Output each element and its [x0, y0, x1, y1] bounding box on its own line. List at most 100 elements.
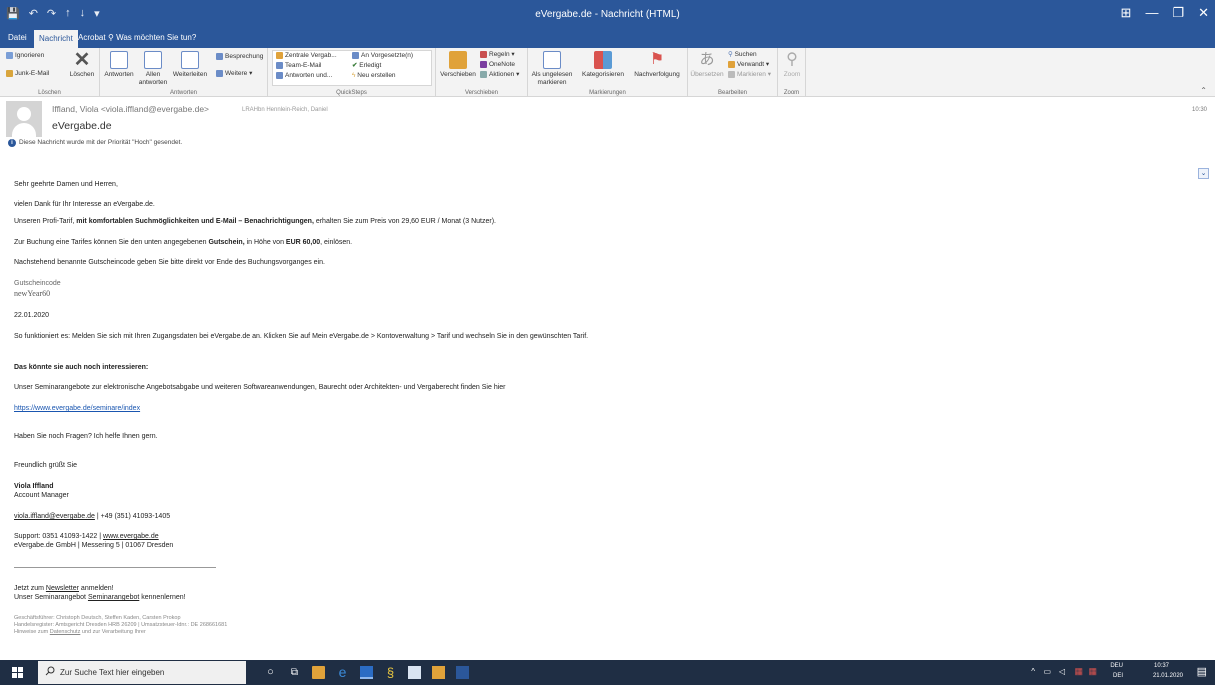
document-app-icon[interactable] — [408, 666, 421, 679]
follow-up-button[interactable]: ⚑ Nachverfolgung — [630, 51, 684, 79]
collapse-ribbon-icon[interactable]: ⌃ — [1200, 86, 1207, 95]
zoom-label: Zoom — [783, 71, 801, 78]
reply-all-icon — [144, 51, 162, 69]
quickstep-5[interactable]: ✔ Erledigt — [352, 62, 381, 70]
newsletter-post: anmelden! — [78, 585, 114, 592]
outlook-icon[interactable] — [360, 666, 373, 679]
tab-acrobat[interactable]: Acrobat — [78, 33, 106, 42]
taskbar-search-input[interactable]: Zur Suche Text hier eingeben — [38, 661, 246, 684]
seminar2-link[interactable]: Seminarangebot — [88, 594, 139, 601]
expand-header-icon[interactable]: ⌄ — [1198, 168, 1209, 179]
meeting-icon — [216, 53, 223, 60]
actions-button[interactable]: Aktionen ▾ — [480, 71, 519, 79]
tab-datei[interactable]: Datei — [8, 33, 27, 42]
more-respond-button[interactable]: Weitere ▾ — [216, 70, 252, 78]
info-icon: i — [8, 139, 16, 147]
title-bar: 💾 ↶ ↷ ↑ ↓ ▾ eVergabe.de - Nachricht (HTM… — [0, 0, 1215, 30]
avatar — [6, 101, 42, 137]
word-app-icon[interactable] — [456, 666, 469, 679]
booking-mid: in Höhe von — [244, 239, 286, 246]
quickstep-1[interactable]: Zentrale Vergab... — [276, 52, 337, 60]
ribbon: Ignorieren Junk-E-Mail ✕ Löschen Löschen… — [0, 48, 1215, 97]
sender[interactable]: Iffland, Viola <viola.iffland@evergabe.d… — [52, 104, 209, 114]
privacy-link[interactable]: Datenschutz — [50, 629, 81, 635]
quickstep-2[interactable]: Team-E-Mail — [276, 62, 321, 70]
more-label: Weitere — [225, 70, 248, 78]
related-button[interactable]: Verwandt ▾ — [728, 61, 769, 69]
zoom-button[interactable]: ⚲ Zoom — [780, 51, 804, 79]
footer-privacy-pre: Hinweise zum — [14, 629, 50, 635]
ignore-button[interactable]: Ignorieren — [6, 52, 44, 60]
reply-all-button[interactable]: Allen antworten — [138, 51, 168, 87]
taskbar: Zur Suche Text hier eingeben ○ ⧉ e § ^ ▭… — [0, 660, 1215, 685]
clock-time[interactable]: 10:37 — [1154, 663, 1169, 669]
recipient[interactable]: LRAHbn Hennlein-Reich, Daniel — [242, 107, 328, 113]
group-label-quicksteps: QuickSteps — [336, 90, 367, 96]
categorize-icon — [594, 51, 612, 69]
seminar-link[interactable]: https://www.evergabe.de/seminare/index — [14, 404, 140, 413]
folder-app-icon[interactable] — [432, 666, 445, 679]
internet-explorer-icon[interactable]: e — [336, 665, 349, 679]
signature-email-link[interactable]: viola.iffland@evergabe.de — [14, 513, 95, 520]
ribbon-group-zoom: ⚲ Zoom Zoom — [778, 48, 806, 97]
network-icon[interactable]: ▭ — [1043, 667, 1051, 676]
categorize-button[interactable]: Kategorisieren — [578, 51, 628, 79]
close-button[interactable]: ✕ — [1198, 5, 1209, 21]
translate-icon: あ — [699, 51, 715, 68]
task-view-icon[interactable]: ⧉ — [288, 666, 301, 679]
rules-button[interactable]: Regeln ▾ — [480, 51, 515, 59]
rules-label: Regeln — [489, 51, 510, 59]
booking-bold-voucher: Gutschein, — [208, 239, 245, 246]
mark-unread-button[interactable]: Als ungelesen markieren — [530, 51, 574, 87]
security-icon[interactable]: ▦ — [1074, 666, 1083, 677]
seminar2-pre: Unser Seminarangebot — [14, 594, 88, 601]
date-line: 22.01.2020 — [14, 312, 50, 319]
junk-button[interactable]: Junk-E-Mail — [6, 70, 49, 78]
windows-start-icon[interactable] — [12, 667, 23, 678]
related-label: Verwandt — [737, 61, 765, 69]
newsletter-link[interactable]: Newsletter — [46, 585, 79, 592]
delete-button[interactable]: ✕ Löschen — [68, 50, 96, 79]
quickstep-manager-icon — [352, 52, 359, 59]
clock-date[interactable]: 21.01.2020 — [1153, 673, 1183, 679]
quickstep-3[interactable]: Antworten und... — [276, 72, 332, 80]
quickstep-folder-icon — [276, 52, 283, 59]
keyboard-layout[interactable]: DEI — [1113, 673, 1123, 679]
actions-icon — [480, 71, 487, 78]
reply-button[interactable]: Antworten — [102, 51, 136, 79]
quickstep-4[interactable]: An Vorgesetzte(n) — [352, 52, 413, 60]
ribbon-group-edit: あ Übersetzen ⚲ Suchen Verwandt ▾ Markier… — [688, 48, 778, 97]
app-tray-icon[interactable]: ▦ — [1088, 666, 1097, 677]
move-button[interactable]: Verschieben — [438, 51, 478, 79]
cortana-icon[interactable]: ○ — [264, 666, 277, 679]
tab-nachricht[interactable]: Nachricht — [34, 30, 78, 48]
more-icon — [216, 70, 223, 77]
footer-register: Handelsregister: Amtsgericht Dresden HRB… — [14, 622, 228, 628]
quickstep-reply-icon — [276, 72, 283, 79]
file-explorer-icon[interactable] — [312, 666, 325, 679]
app-paragraph-icon[interactable]: § — [384, 666, 397, 679]
support-website-link[interactable]: www.evergabe.de — [103, 533, 159, 540]
tray-chevron-icon[interactable]: ^ — [1031, 667, 1035, 676]
quickstep-6[interactable]: ϟ Neu erstellen — [352, 72, 396, 80]
translate-button[interactable]: あ Übersetzen — [690, 51, 724, 79]
select-button[interactable]: Markieren ▾ — [728, 71, 771, 79]
group-label-move: Verschieben — [464, 90, 499, 96]
zoom-icon: ⚲ — [786, 51, 798, 68]
minimize-button[interactable]: — — [1145, 5, 1158, 21]
onenote-button[interactable]: OneNote — [480, 61, 515, 69]
volume-icon[interactable]: ◁ — [1059, 667, 1065, 676]
tell-me-search[interactable]: ⚲ Was möchten Sie tun? — [108, 33, 196, 42]
ribbon-display-options-icon[interactable]: ⊞ — [1121, 5, 1132, 21]
forward-button[interactable]: Weiterleiten — [170, 51, 210, 79]
junk-label: Junk-E-Mail — [15, 70, 50, 78]
meeting-label: Besprechung — [225, 53, 264, 61]
search-placeholder: Zur Suche Text hier eingeben — [60, 668, 165, 677]
input-language[interactable]: DEU — [1110, 663, 1123, 669]
meeting-button[interactable]: Besprechung — [216, 53, 263, 61]
notification-center-icon[interactable]: ▤ — [1197, 665, 1207, 678]
find-button[interactable]: ⚲ Suchen — [728, 51, 757, 59]
instruction-line: Nachstehend benannte Gutscheincode geben… — [14, 259, 325, 266]
seminar2-post: kennenlernen! — [139, 594, 186, 601]
maximize-button[interactable]: ❐ — [1172, 5, 1184, 21]
